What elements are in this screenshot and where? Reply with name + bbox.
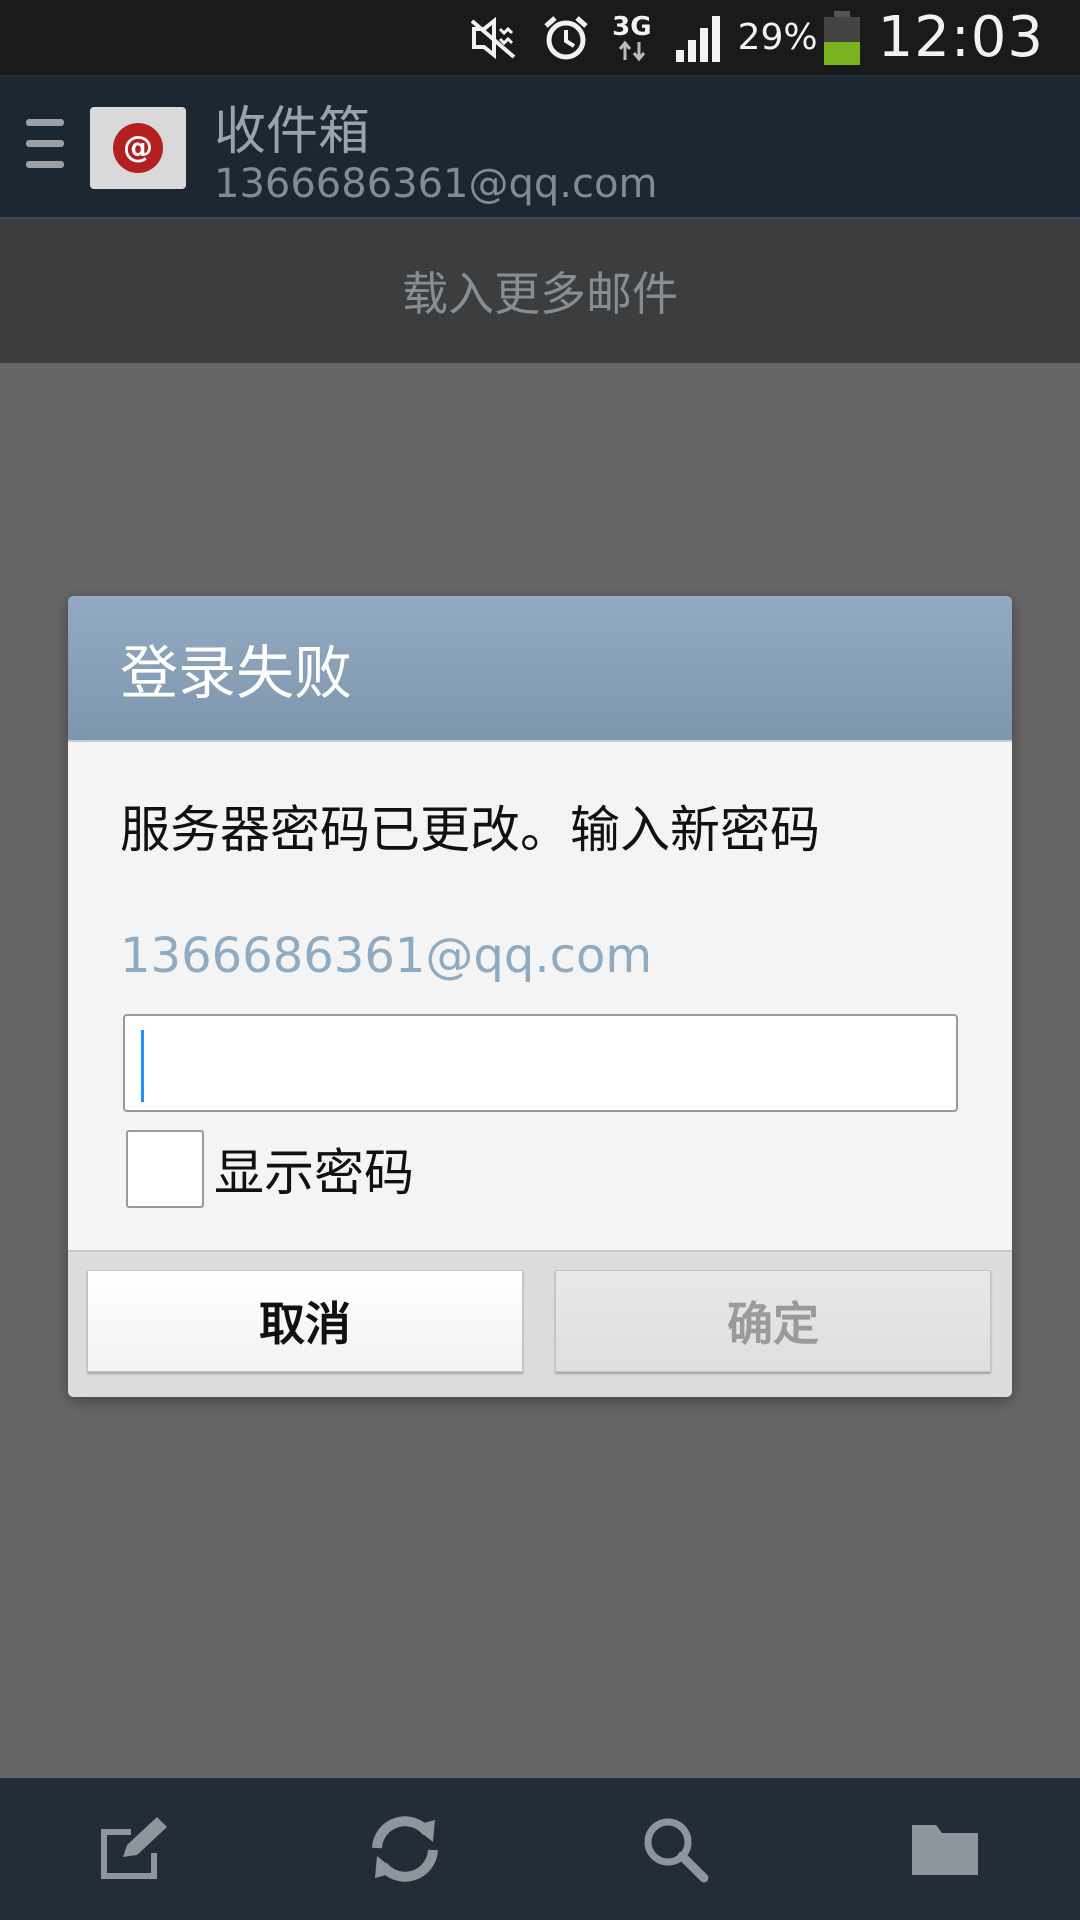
dialog-header: 登录失败 <box>68 596 1012 742</box>
battery-icon <box>823 10 860 65</box>
network-3g-icon: 3G <box>612 11 652 62</box>
alarm-icon <box>542 14 590 62</box>
mute-icon <box>468 16 520 59</box>
signal-icon <box>674 14 726 62</box>
battery-percent: 29% <box>737 17 818 58</box>
menu-icon[interactable] <box>26 119 64 181</box>
bottom-toolbar <box>0 1778 1080 1920</box>
at-sign-icon: @ <box>113 123 163 173</box>
screen: 3G 29% 12:03 @ 收件箱 1366686361@qq.com 载入更… <box>0 0 1080 1920</box>
refresh-icon[interactable] <box>360 1804 450 1894</box>
text-cursor <box>141 1030 144 1102</box>
clock: 12:03 <box>877 5 1044 70</box>
dialog-email: 1366686361@qq.com <box>120 928 653 984</box>
status-bar: 3G 29% 12:03 <box>0 0 1080 75</box>
show-password-label: 显示密码 <box>214 1144 414 1202</box>
show-password-row[interactable]: 显示密码 <box>126 1130 414 1208</box>
ok-button[interactable]: 确定 <box>555 1270 991 1372</box>
folder-title: 收件箱 <box>214 102 371 162</box>
app-header: @ 收件箱 1366686361@qq.com <box>0 75 1080 219</box>
dialog-message: 服务器密码已更改。输入新密码 <box>120 801 820 859</box>
dialog-title: 登录失败 <box>120 639 353 707</box>
show-password-checkbox[interactable] <box>126 1130 204 1208</box>
dialog-body: 服务器密码已更改。输入新密码 1366686361@qq.com 显示密码 <box>68 742 1012 1250</box>
password-input[interactable] <box>123 1014 958 1112</box>
search-icon[interactable] <box>630 1804 720 1894</box>
network-label: 3G <box>612 11 652 42</box>
login-failed-dialog: 登录失败 服务器密码已更改。输入新密码 1366686361@qq.com 显示… <box>68 596 1012 1397</box>
load-more-button[interactable]: 载入更多邮件 <box>0 219 1080 363</box>
cancel-button[interactable]: 取消 <box>87 1270 523 1372</box>
compose-icon[interactable] <box>90 1804 180 1894</box>
folder-icon[interactable] <box>900 1804 990 1894</box>
account-email: 1366686361@qq.com <box>214 161 658 207</box>
mail-app-icon[interactable]: @ <box>90 107 186 189</box>
dialog-footer: 取消 确定 <box>68 1250 1012 1397</box>
